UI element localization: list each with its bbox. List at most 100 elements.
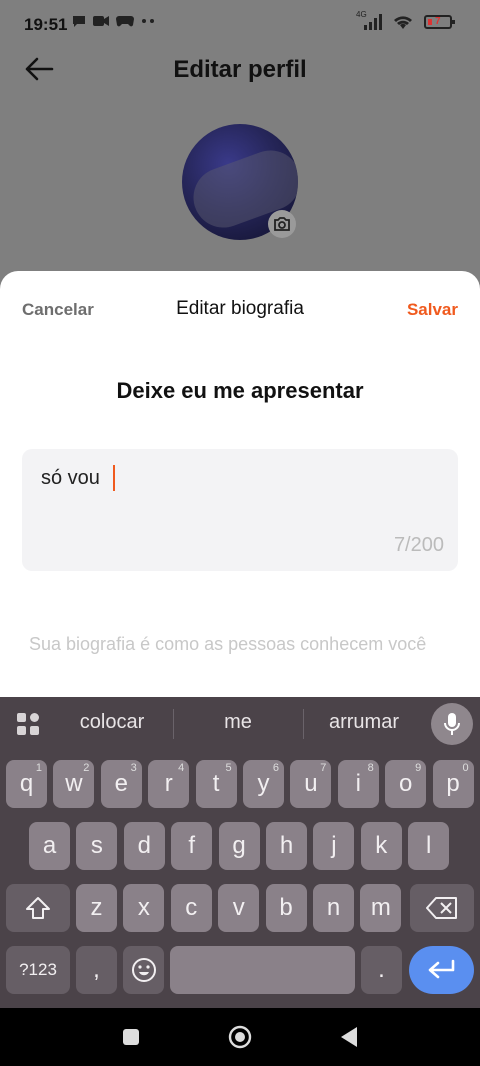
back-nav-icon[interactable] [339,1026,359,1048]
key-d[interactable]: d [123,822,165,870]
period-key[interactable]: . [361,946,402,994]
key-f[interactable]: f [171,822,213,870]
comma-key[interactable]: , [76,946,117,994]
key-j-label: j [331,832,337,859]
space-key[interactable] [170,946,355,994]
key-s-label: s [90,832,103,859]
key-i-label: i [355,770,361,797]
battery-icon: 7 [424,15,455,29]
bio-helper-text: Sua biografia é como as pessoas conhecem… [29,634,427,654]
more-notifications-icon [142,19,154,23]
enter-icon [428,959,454,979]
key-e[interactable]: e3 [100,760,142,808]
bio-prompt: Deixe eu me apresentar [116,378,364,403]
keyboard: colocar me arrumar q1w2e3r4t5y6u7i8o9p0a… [0,697,480,1008]
key-w-hint: 2 [83,762,90,774]
key-u[interactable]: u7 [290,760,332,808]
key-x[interactable]: x [123,884,165,932]
key-q-label: q [19,770,34,797]
char-counter: 7/200 [393,534,444,556]
period-key-label: . [378,956,385,983]
key-a[interactable]: a [29,822,70,870]
key-n-label: n [326,894,341,921]
video-notification-icon [93,16,109,26]
key-c-label: c [185,894,198,921]
key-o[interactable]: o9 [385,760,427,808]
bio-input[interactable]: só vou 7/200 [22,449,458,571]
emoji-key[interactable] [123,946,164,994]
key-o-label: o [399,770,413,797]
shift-icon [26,897,50,919]
key-l-label: l [426,832,432,859]
key-v[interactable]: v [218,884,260,932]
key-h[interactable]: h [266,822,307,870]
bio-input-value: só vou [41,467,100,489]
key-z[interactable]: z [76,884,117,932]
suggestion-3[interactable]: arrumar [299,711,429,734]
page-header: Editar perfil [0,48,480,92]
key-r-hint: 4 [178,762,185,774]
symbols-key-label: ?123 [19,960,57,979]
key-r[interactable]: r4 [148,760,190,808]
key-k[interactable]: k [360,822,402,870]
key-d-label: d [137,832,151,859]
key-j[interactable]: j [313,822,355,870]
home-icon[interactable] [228,1025,252,1049]
key-p-label: p [446,770,460,797]
key-y-hint: 6 [272,762,279,774]
key-l[interactable]: l [408,822,450,870]
key-i[interactable]: i8 [337,760,379,808]
key-f-label: f [188,832,196,859]
chat-notification-icon [73,16,85,27]
battery-level: 7 [435,16,441,27]
key-m[interactable]: m [360,884,402,932]
key-p[interactable]: p0 [432,760,474,808]
suggestion-2[interactable]: me [173,711,303,734]
key-n[interactable]: n [313,884,354,932]
emoji-icon [131,958,156,982]
key-w[interactable]: w2 [53,760,95,808]
game-notification-icon [116,16,134,27]
edit-bio-sheet: Cancelar Editar biografia Salvar Deixe e… [0,271,480,697]
camera-icon[interactable] [268,210,296,238]
key-x-label: x [137,894,150,921]
key-u-hint: 7 [320,762,327,774]
microphone-icon[interactable] [431,703,473,745]
suggestion-1[interactable]: colocar [47,711,177,734]
recent-apps-icon[interactable] [122,1028,140,1046]
key-g[interactable]: g [218,822,260,870]
status-time: 19:51 [24,15,68,34]
text-caret [113,465,115,491]
key-q[interactable]: q1 [6,760,47,808]
apps-grid-icon[interactable] [16,712,40,736]
suggestion-bar: colocar me arrumar [0,697,480,751]
key-a-label: a [42,832,57,859]
key-i-hint: 8 [367,762,374,774]
key-b-label: b [279,894,293,921]
key-t[interactable]: t5 [195,760,237,808]
key-h-label: h [279,832,294,859]
save-button[interactable]: Salvar [407,300,458,320]
key-o-hint: 9 [415,762,422,774]
key-e-hint: 3 [130,762,137,774]
key-s[interactable]: s [76,822,118,870]
signal-icon: 4G [356,10,382,30]
key-z-label: z [90,894,103,921]
backspace-icon [426,897,457,919]
key-y-label: y [257,770,270,797]
wifi-icon [394,16,412,29]
shift-key[interactable] [6,884,70,932]
symbols-key[interactable]: ?123 [6,946,70,994]
key-p-hint: 0 [462,762,469,774]
key-t-label: t [212,770,220,797]
key-w-label: w [65,770,83,797]
key-c[interactable]: c [170,884,212,932]
key-r-label: r [164,770,173,797]
key-y[interactable]: y6 [243,760,284,808]
nav-bar [0,1008,480,1066]
enter-key[interactable] [409,946,474,994]
key-b[interactable]: b [265,884,307,932]
backspace-key[interactable] [410,884,474,932]
key-e-label: e [114,770,128,797]
key-k-label: k [375,832,388,859]
